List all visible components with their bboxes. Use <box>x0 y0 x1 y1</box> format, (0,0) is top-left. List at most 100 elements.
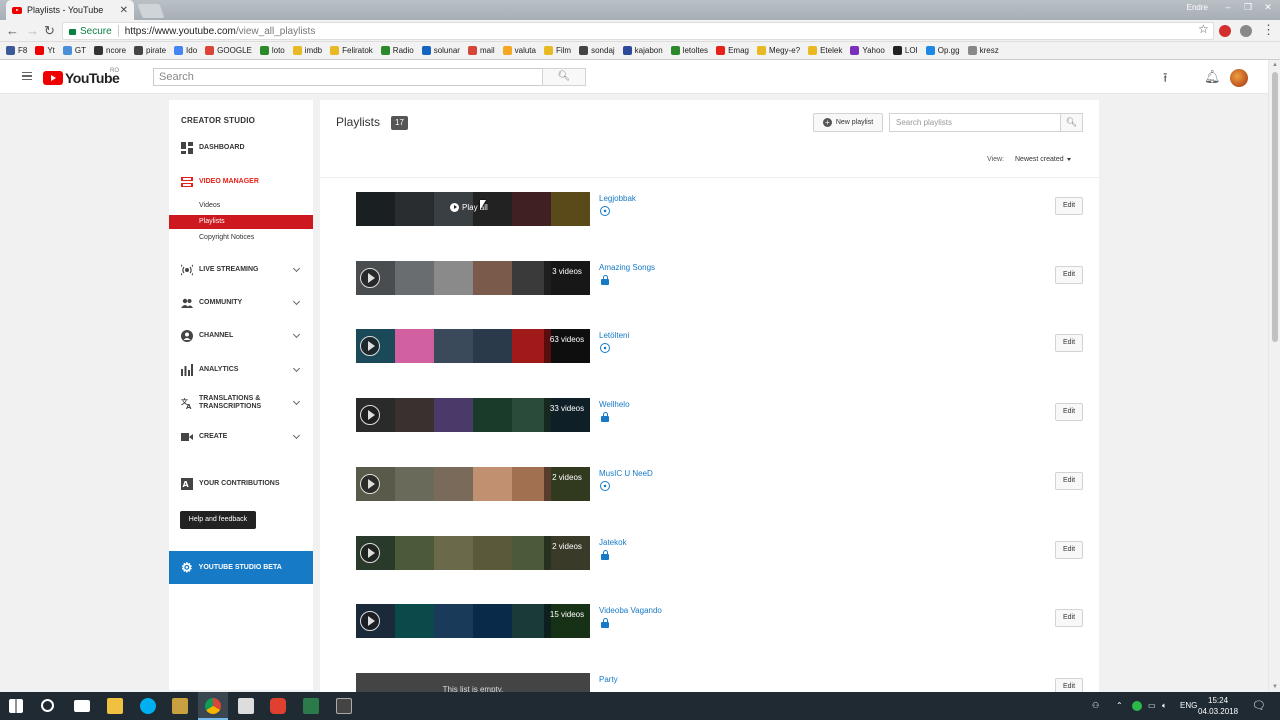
avatar[interactable] <box>1230 69 1248 87</box>
youtube-logo[interactable]: YouTube <box>43 70 120 86</box>
notifications-bell-icon[interactable]: 🔔︎ <box>1204 69 1221 85</box>
sidebar-item-video-manager[interactable]: VIDEO MANAGER <box>169 172 313 192</box>
bookmark-item[interactable]: Ido <box>174 46 197 55</box>
playlist-thumbnail[interactable]: 3 videos <box>356 260 590 295</box>
search-input[interactable]: Search <box>153 68 543 86</box>
sidebar-item-analytics[interactable]: ANALYTICS <box>169 360 313 380</box>
bookmark-item[interactable]: Megy-e? <box>756 46 800 55</box>
bookmark-item[interactable]: solunar <box>421 46 460 55</box>
new-tab-button[interactable] <box>137 4 165 18</box>
volume-icon[interactable]: 🔈︎ <box>1162 701 1167 711</box>
bookmark-item[interactable]: valuta <box>502 46 536 55</box>
play-icon[interactable] <box>360 542 380 563</box>
bookmark-item[interactable]: Yt <box>35 46 55 55</box>
app-red-icon[interactable] <box>270 698 286 714</box>
bookmark-item[interactable]: kajabon <box>622 46 663 55</box>
play-icon[interactable] <box>360 267 380 288</box>
sidebar-subitem-videos[interactable]: Videos <box>169 199 313 213</box>
bookmark-item[interactable]: GT <box>62 46 86 55</box>
playlist-title-link[interactable]: Amazing Songs <box>599 263 655 272</box>
scroll-down-icon[interactable]: ▼ <box>1272 684 1278 690</box>
action-center-icon[interactable]: 🗨︎ <box>1252 699 1266 712</box>
minimize-icon[interactable]: – <box>1218 0 1238 14</box>
bookmark-item[interactable]: loto <box>259 46 285 55</box>
sidebar-item-your-contributions[interactable]: A YOUR CONTRIBUTIONS <box>169 474 313 494</box>
chevron-down-icon[interactable] <box>292 397 301 405</box>
bookmark-item[interactable]: letoltes <box>670 46 708 55</box>
bookmark-item[interactable]: Op.gg <box>925 46 960 55</box>
bookmark-item[interactable]: Feliratok <box>330 46 373 55</box>
chrome-icon[interactable] <box>205 698 221 714</box>
upload-icon[interactable]: ⭱ <box>1163 69 1168 91</box>
playlist-thumbnail[interactable]: 63 videos <box>356 329 590 364</box>
playlist-thumbnail[interactable]: 15 videos <box>356 604 590 639</box>
tray-app-icon[interactable] <box>1132 701 1142 711</box>
app-dark-icon[interactable] <box>336 698 352 714</box>
playlist-title-link[interactable]: Wellhelo <box>599 400 630 409</box>
app-green-icon[interactable] <box>303 698 319 714</box>
edit-playlist-button[interactable]: Edit <box>1055 609 1083 628</box>
chevron-down-icon[interactable] <box>292 431 301 439</box>
edit-playlist-button[interactable]: Edit <box>1055 265 1083 284</box>
playlist-title-link[interactable]: Videoba Vagando <box>599 606 662 615</box>
bookmark-item[interactable]: imdb <box>292 46 322 55</box>
people-icon[interactable]: ⚇ <box>1092 701 1099 710</box>
scroll-up-icon[interactable]: ▲ <box>1272 62 1278 68</box>
system-clock[interactable]: 15:24 04.03.2018 <box>1198 695 1238 717</box>
bookmark-item[interactable]: Etelek <box>808 46 842 55</box>
maximize-icon[interactable]: ❐ <box>1238 0 1258 14</box>
edit-playlist-button[interactable]: Edit <box>1055 403 1083 422</box>
playlist-title-link[interactable]: Letölteni <box>599 331 629 340</box>
bookmark-item[interactable]: pirate <box>134 46 166 55</box>
help-and-feedback-button[interactable]: Help and feedback <box>180 511 256 529</box>
scrollbar-thumb[interactable] <box>1272 72 1278 342</box>
chevron-down-icon[interactable] <box>292 264 301 272</box>
playlist-title-link[interactable]: Party <box>599 675 618 684</box>
bookmark-item[interactable]: F8 <box>6 46 27 55</box>
playlist-thumbnail[interactable]: Play all <box>356 192 590 226</box>
mail-icon[interactable] <box>74 700 90 712</box>
playlist-title-link[interactable]: MusIC U NeeD <box>599 469 653 478</box>
forward-icon[interactable]: → <box>26 24 39 38</box>
bookmark-item[interactable]: Radio <box>380 46 414 55</box>
bookmark-item[interactable]: kresz <box>967 46 999 55</box>
language-indicator[interactable]: ENG <box>1180 701 1197 710</box>
chevron-down-icon[interactable] <box>292 297 301 305</box>
chevron-down-icon[interactable] <box>292 330 301 338</box>
network-icon[interactable]: ▭ <box>1148 701 1156 710</box>
browser-tab-active[interactable]: Playlists - YouTube ✕ <box>6 0 134 20</box>
bookmark-item[interactable]: sondaj <box>579 46 615 55</box>
bookmark-item[interactable]: LOI <box>892 46 918 55</box>
search-playlists-input[interactable]: Search playlists <box>889 113 1083 132</box>
sidebar-item-community[interactable]: COMMUNITY <box>169 293 313 313</box>
search-button[interactable]: 🔍︎ <box>542 68 586 86</box>
hamburger-menu-icon[interactable] <box>22 72 32 80</box>
chevron-down-icon[interactable] <box>292 364 301 372</box>
page-scrollbar[interactable]: ▲ ▼ <box>1268 60 1280 692</box>
back-icon[interactable]: ← <box>6 24 19 38</box>
play-icon[interactable] <box>360 405 380 426</box>
search-playlists-button[interactable]: 🔍︎ <box>1060 113 1083 132</box>
edit-playlist-button[interactable]: Edit <box>1055 334 1083 353</box>
reload-icon[interactable]: ↻ <box>44 24 55 38</box>
sidebar-item-channel[interactable]: CHANNEL <box>169 326 313 346</box>
sidebar-item-create[interactable]: CREATE <box>169 427 313 447</box>
skype-icon[interactable] <box>140 698 156 714</box>
file-explorer-icon[interactable] <box>107 698 123 714</box>
playlist-title-link[interactable]: Legjobbak <box>599 194 636 203</box>
close-tab-icon[interactable]: ✕ <box>120 5 128 16</box>
play-icon[interactable] <box>360 473 380 494</box>
windows-start-icon[interactable] <box>9 699 23 713</box>
menu-icon[interactable]: ⋮ <box>1262 23 1275 37</box>
bookmark-item[interactable]: Emag <box>716 46 749 55</box>
close-window-icon[interactable]: ✕ <box>1258 0 1278 14</box>
omnibox[interactable]: Secure https://www.youtube.com /view_all… <box>62 22 1214 40</box>
bookmark-item[interactable]: GOOGLE <box>205 46 252 55</box>
extension-icon[interactable] <box>1240 25 1252 37</box>
edit-playlist-button[interactable]: Edit <box>1055 471 1083 490</box>
sidebar-item-translations[interactable]: 文A TRANSLATIONS & TRANSCRIPTIONS <box>169 393 313 413</box>
calculator-icon[interactable] <box>238 698 254 714</box>
playlist-thumbnail[interactable]: 33 videos <box>356 398 590 433</box>
cortana-icon[interactable] <box>41 699 54 712</box>
tray-expand-icon[interactable]: ⌃ <box>1116 701 1123 710</box>
